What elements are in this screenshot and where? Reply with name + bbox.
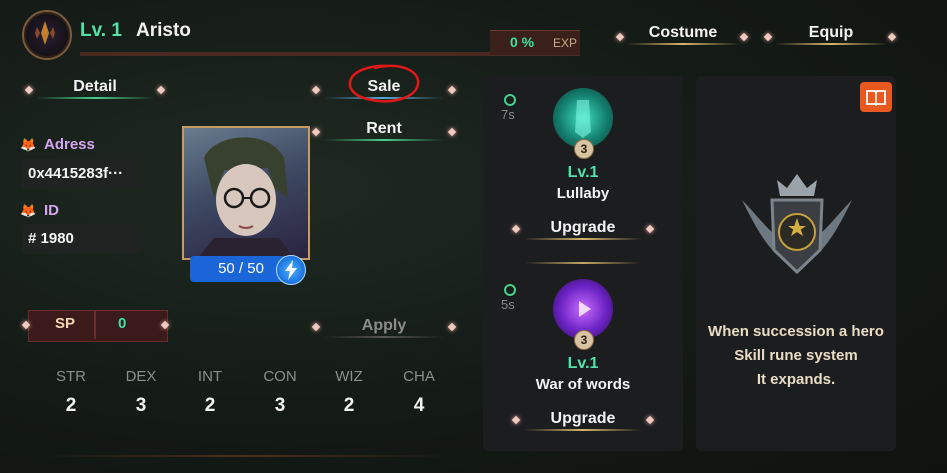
rent-button[interactable]: Rent [318, 119, 450, 141]
sp-value: 0 [118, 315, 127, 332]
apply-button-label: Apply [361, 317, 407, 334]
rent-button-label: Rent [366, 120, 402, 137]
costume-button[interactable]: Costume [620, 23, 746, 45]
lightning-icon[interactable] [276, 255, 306, 285]
skill-name: Lullaby [556, 185, 610, 202]
exp-percent: 0 % [510, 34, 535, 50]
hero-class-emblem [22, 10, 72, 60]
skill-divider [525, 262, 641, 264]
sp-separator [94, 311, 96, 339]
sp-box [28, 310, 168, 342]
rune-line: When succession a hero [708, 323, 884, 340]
hero-portrait [182, 126, 310, 260]
equip-button[interactable]: Equip [768, 23, 894, 45]
skill-level: Lv.1 [567, 164, 599, 181]
equip-button-label: Equip [808, 24, 854, 41]
sp-label: SP [55, 315, 76, 332]
skill-cooldown: 7s [501, 107, 515, 122]
fox-icon: 🦊 [20, 203, 37, 218]
timer-icon [504, 284, 516, 296]
skill-badge: 3 [574, 139, 594, 159]
book-icon[interactable] [860, 82, 892, 112]
rune-crest-icon [732, 160, 862, 290]
exp-label: EXP [553, 36, 578, 50]
skill-level: Lv.1 [567, 355, 599, 372]
hero-level: Lv. 1 [80, 20, 122, 41]
stat-value: 2 [65, 395, 77, 416]
id-value: # 1980 [22, 224, 140, 254]
stat-value: 2 [343, 395, 355, 416]
rune-line: Skill rune system [734, 347, 858, 364]
stat-name: WIZ [335, 368, 363, 385]
fox-icon: 🦊 [20, 137, 37, 152]
stat-name: INT [197, 368, 223, 385]
apply-button[interactable]: Apply [318, 316, 450, 338]
stat-name: CON [263, 368, 297, 385]
id-label: ID [44, 202, 59, 219]
address-value: 0x4415283f··· [22, 159, 140, 189]
detail-button[interactable]: Detail [30, 77, 160, 99]
rune-line: It expands. [756, 371, 836, 388]
stat-value: 2 [204, 395, 216, 416]
skill-name: War of words [535, 376, 631, 393]
rune-description: When succession a hero Skill rune system… [696, 320, 896, 392]
stat-value: 4 [413, 395, 425, 416]
costume-button-label: Costume [648, 24, 718, 41]
stat-value: 3 [274, 395, 286, 416]
stat-value: 3 [135, 395, 147, 416]
red-circle-annotation [348, 64, 420, 103]
upgrade-button[interactable]: Upgrade [518, 218, 648, 240]
energy-value: 50 / 50 [218, 260, 264, 277]
hero-name: Aristo [136, 20, 191, 41]
address-label: Adress [44, 136, 95, 153]
stat-name: DEX [125, 368, 157, 385]
detail-button-label: Detail [73, 78, 117, 95]
upgrade-button-label: Upgrade [550, 219, 616, 236]
upgrade-button-label: Upgrade [550, 410, 616, 427]
skill-badge: 3 [574, 330, 594, 350]
stat-name: STR [56, 368, 86, 385]
upgrade-button[interactable]: Upgrade [518, 409, 648, 431]
stat-name: CHA [403, 368, 435, 385]
skill-cooldown: 5s [501, 297, 515, 312]
timer-icon [504, 94, 516, 106]
bottom-divider [40, 455, 450, 457]
